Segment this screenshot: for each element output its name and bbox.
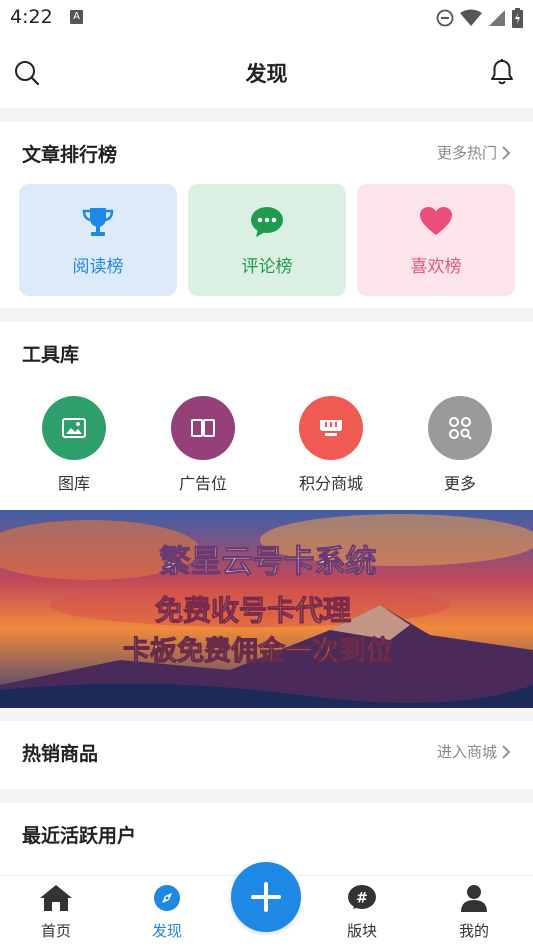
- tools-title: 工具库: [22, 344, 80, 366]
- ranking-section: 文章排行榜 更多热门 阅读榜 评论榜 喜欢榜: [0, 122, 533, 308]
- tool-more-label: 更多: [443, 474, 476, 493]
- tab-home[interactable]: 首页: [16, 884, 96, 941]
- trophy-icon: [82, 208, 114, 236]
- chevron-right-icon: [502, 145, 511, 160]
- ranking-more-label: 更多热门: [436, 144, 497, 162]
- grid-search-icon: [449, 417, 472, 440]
- enter-mall-label: 进入商城: [436, 743, 497, 761]
- wifi-icon: [460, 9, 482, 26]
- chevron-right-icon: [502, 744, 511, 759]
- gallery-icon-circle: [42, 396, 106, 460]
- plus-icon: [251, 882, 281, 912]
- enter-mall-link[interactable]: 进入商城: [437, 741, 511, 762]
- tool-ad-slot-label: 广告位: [178, 474, 227, 493]
- tool-gallery-label: 图库: [57, 474, 90, 493]
- tools-section: 工具库 图库 广告位 积分商城 更多: [0, 322, 533, 510]
- tab-boards-label: 版块: [346, 922, 377, 940]
- rank-card-like-label: 喜欢榜: [410, 257, 462, 277]
- status-time: 4:22: [10, 6, 53, 28]
- tool-ad-slot[interactable]: 广告位: [153, 396, 253, 494]
- banner-line-2: 免费收号卡代理: [155, 594, 351, 627]
- rank-card-comment[interactable]: 评论榜: [188, 184, 346, 296]
- ranking-title: 文章排行榜: [22, 144, 118, 166]
- tool-points-mall[interactable]: 积分商城: [281, 396, 381, 494]
- bell-icon[interactable]: [489, 58, 515, 90]
- more-icon-circle: [428, 396, 492, 460]
- user-icon: [461, 885, 487, 912]
- hashtag-icon: #: [348, 885, 376, 909]
- home-icon: [40, 885, 72, 911]
- app-header: 发现: [0, 36, 533, 108]
- book-icon: [191, 419, 215, 437]
- rank-card-read-label: 阅读榜: [72, 257, 124, 277]
- heart-icon: [420, 207, 452, 235]
- store-icon: [320, 420, 342, 436]
- tool-gallery[interactable]: 图库: [24, 396, 124, 494]
- page-title: 发现: [245, 62, 288, 86]
- notification-a-icon: A: [70, 10, 83, 24]
- tool-points-mall-label: 积分商城: [298, 474, 363, 493]
- ranking-more-link[interactable]: 更多热门: [437, 142, 511, 163]
- banner-line-3: 卡板免费佣金一次到位: [123, 635, 393, 667]
- hot-goods-section: 热销商品 进入商城: [0, 721, 533, 789]
- system-icons: [436, 8, 523, 28]
- banner-image: 繁星云号卡系统 免费收号卡代理 卡板免费佣金一次到位: [0, 510, 533, 708]
- image-icon: [62, 418, 86, 438]
- publish-fab-button[interactable]: [231, 862, 301, 932]
- ad-slot-icon-circle: [171, 396, 235, 460]
- tool-more[interactable]: 更多: [410, 396, 510, 494]
- points-mall-icon-circle: [299, 396, 363, 460]
- tab-boards[interactable]: # 版块: [322, 884, 402, 941]
- dnd-icon: [436, 9, 454, 27]
- tab-discover[interactable]: 发现: [127, 884, 207, 941]
- tab-home-label: 首页: [40, 922, 71, 940]
- compass-icon: [154, 885, 180, 911]
- rank-card-like[interactable]: 喜欢榜: [357, 184, 515, 296]
- tab-mine-label: 我的: [458, 922, 489, 940]
- rank-card-comment-label: 评论榜: [241, 257, 293, 277]
- banner-line-1: 繁星云号卡系统: [160, 544, 377, 580]
- chat-icon: [251, 207, 283, 237]
- status-bar: 4:22 A: [0, 0, 533, 36]
- tab-discover-label: 发现: [151, 922, 182, 940]
- promo-banner[interactable]: 繁星云号卡系统 免费收号卡代理 卡板免费佣金一次到位: [0, 510, 533, 708]
- signal-icon: [489, 10, 505, 26]
- hot-goods-title: 热销商品: [22, 743, 99, 765]
- battery-icon: [512, 8, 523, 28]
- rank-card-read[interactable]: 阅读榜: [19, 184, 177, 296]
- tab-mine[interactable]: 我的: [434, 884, 514, 941]
- svg-text:#: #: [356, 891, 368, 907]
- active-users-title: 最近活跃用户: [22, 825, 137, 847]
